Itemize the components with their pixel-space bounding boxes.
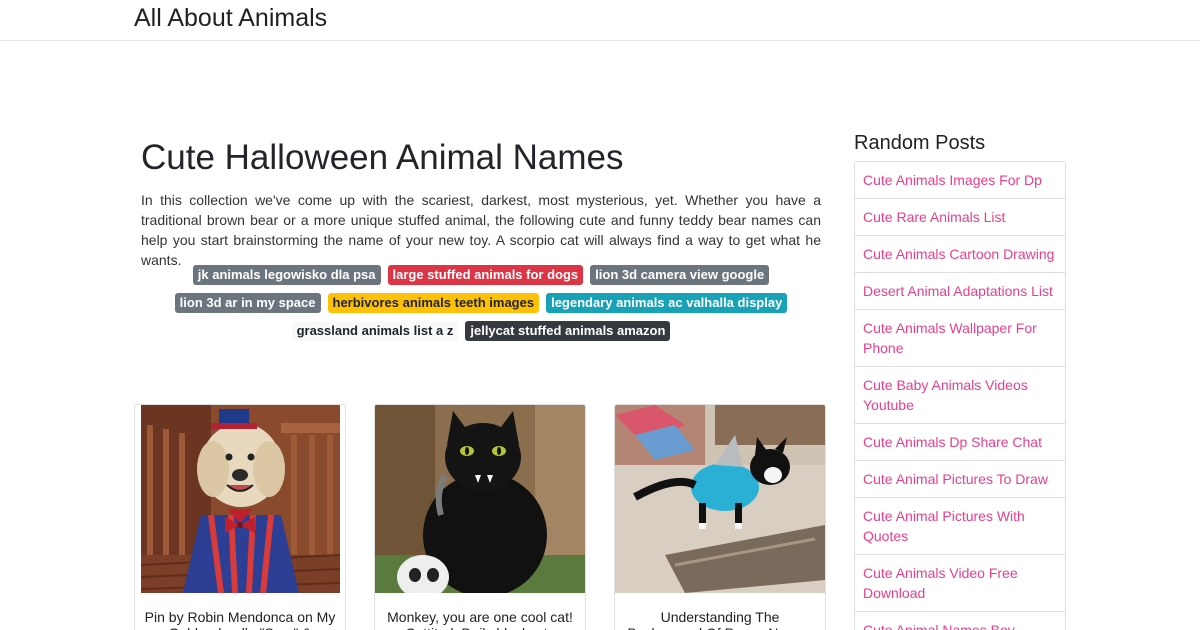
random-post-link[interactable]: Cute Animal Pictures To Draw <box>855 461 1065 498</box>
image-card[interactable]: Pin by Robin Mendonca on My Goldendoodle… <box>134 404 346 630</box>
image-card-grid: Pin by Robin Mendonca on My Goldendoodle… <box>134 404 826 630</box>
card-image-shark-cat[interactable] <box>615 405 825 593</box>
article-intro: In this collection we've come up with th… <box>141 192 821 268</box>
random-post-link[interactable]: Cute Animals Dp Share Chat <box>855 424 1065 461</box>
image-card[interactable]: Monkey, you are one cool cat! CattitudeD… <box>374 404 586 630</box>
random-post-link[interactable]: Cute Animals Wallpaper For Phone <box>855 310 1065 367</box>
tag-link[interactable]: grassland animals list a z <box>291 321 459 341</box>
tag-link[interactable]: jellycat stuffed animals amazon <box>465 321 671 341</box>
random-post-link[interactable]: Cute Animals Images For Dp <box>855 162 1065 199</box>
random-post-link[interactable]: Cute Baby Animals Videos Youtube <box>855 367 1065 424</box>
tag-cloud: jk animals legowisko dla psa large stuff… <box>141 265 821 349</box>
sidebar: Random Posts Cute Animals Images For Dp … <box>854 131 1066 630</box>
random-posts-list: Cute Animals Images For Dp Cute Rare Ani… <box>854 161 1066 630</box>
card-image-black-cat[interactable] <box>375 405 585 593</box>
top-navbar: All About Animals <box>0 0 1200 41</box>
tag-link[interactable]: lion 3d camera view google <box>590 265 770 285</box>
tag-link[interactable]: herbivores animals teeth images <box>327 293 540 313</box>
image-card[interactable]: Understanding The Background Of Punny Na… <box>614 404 826 630</box>
card-caption[interactable]: Monkey, you are one cool cat! CattitudeD… <box>383 609 577 630</box>
sidebar-title: Random Posts <box>854 132 986 154</box>
page-title: Cute Halloween Animal Names <box>141 138 624 177</box>
random-post-link[interactable]: Cute Animals Video Free Download <box>855 555 1065 612</box>
random-post-link[interactable]: Desert Animal Adaptations List <box>855 273 1065 310</box>
article: Cute Halloween Animal Names In this coll… <box>141 138 821 270</box>
tag-link[interactable]: jk animals legowisko dla psa <box>192 265 381 285</box>
tag-link[interactable]: legendary animals ac valhalla display <box>546 293 788 313</box>
card-caption[interactable]: Pin by Robin Mendonca on My Goldendoodle… <box>143 609 337 630</box>
tag-link[interactable]: large stuffed animals for dogs <box>387 265 584 285</box>
random-post-link[interactable]: Cute Animal Pictures With Quotes <box>855 498 1065 555</box>
random-post-link[interactable]: Cute Animal Names Boy <box>855 612 1065 630</box>
card-caption[interactable]: Understanding The Background Of Punny Na… <box>623 609 817 630</box>
random-post-link[interactable]: Cute Rare Animals List <box>855 199 1065 236</box>
card-image-dog[interactable] <box>141 405 340 593</box>
site-brand-link[interactable]: All About Animals <box>134 2 327 34</box>
tag-link[interactable]: lion 3d ar in my space <box>174 293 321 313</box>
random-post-link[interactable]: Cute Animals Cartoon Drawing <box>855 236 1065 273</box>
